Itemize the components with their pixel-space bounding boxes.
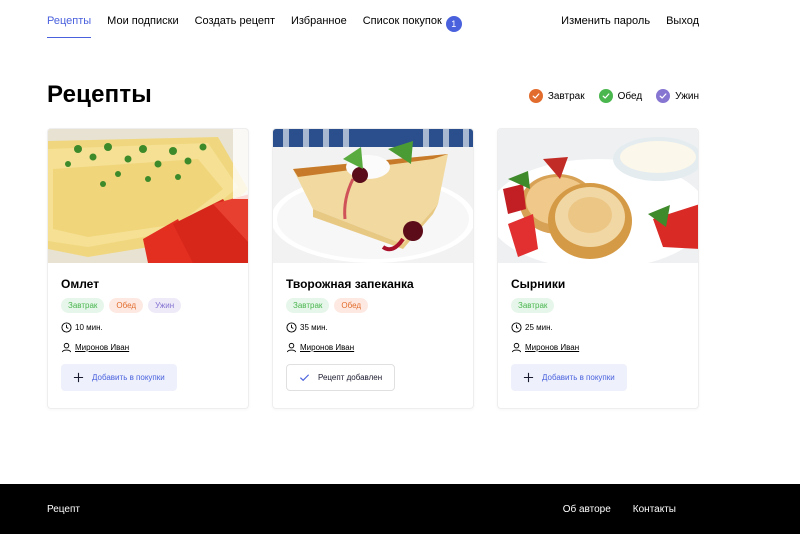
add-to-shopping-button[interactable]: Добавить в покупки xyxy=(511,364,627,391)
author-link[interactable]: Миронов Иван xyxy=(525,343,579,352)
button-label: Добавить в покупки xyxy=(92,373,165,382)
add-to-shopping-button[interactable]: Добавить в покупки xyxy=(61,364,177,391)
filter-lunch[interactable]: Обед xyxy=(598,89,643,103)
logout-link[interactable]: Выход xyxy=(666,15,699,27)
nav-item-favorites[interactable]: Избранное xyxy=(291,15,347,32)
clock-icon xyxy=(511,322,522,333)
change-password-link[interactable]: Изменить пароль xyxy=(561,15,650,27)
filter-dinner[interactable]: Ужин xyxy=(656,89,699,103)
cooking-time-value: 25 мин. xyxy=(525,323,553,332)
filter-breakfast[interactable]: Завтрак xyxy=(528,89,585,103)
meal-filters: Завтрак Обед Ужин xyxy=(528,89,699,103)
tag-breakfast: Завтрак xyxy=(61,298,105,313)
header: Рецепты Мои подписки Создать рецепт Избр… xyxy=(0,0,800,44)
account-nav: Изменить пароль Выход xyxy=(561,15,699,27)
tag-list: Завтрак xyxy=(511,298,685,314)
footer-link-about[interactable]: Об авторе xyxy=(563,504,611,515)
filter-label: Завтрак xyxy=(547,90,585,102)
cooking-time-value: 10 мин. xyxy=(75,323,103,332)
tag-breakfast: Завтрак xyxy=(286,298,330,313)
check-icon xyxy=(528,89,543,103)
button-label: Добавить в покупки xyxy=(542,373,615,382)
check-icon xyxy=(656,89,671,103)
filter-label: Ужин xyxy=(675,90,699,102)
author-link[interactable]: Миронов Иван xyxy=(300,343,354,352)
footer-link-contacts[interactable]: Контакты xyxy=(633,504,676,515)
recipe-title[interactable]: Омлет xyxy=(61,277,235,291)
cooking-time-value: 35 мин. xyxy=(300,323,328,332)
footer-brand[interactable]: Рецепт xyxy=(47,504,80,515)
nav-item-shopping-list[interactable]: Список покупок 1 xyxy=(363,15,462,32)
filter-label: Обед xyxy=(617,90,643,102)
recipe-added-button[interactable]: Рецепт добавлен xyxy=(286,364,396,391)
shopping-count-badge: 1 xyxy=(445,16,462,32)
user-icon xyxy=(61,342,72,353)
page-title: Рецепты xyxy=(47,81,153,108)
nav-item-create-recipe[interactable]: Создать рецепт xyxy=(195,15,275,32)
user-icon xyxy=(286,342,297,353)
button-label: Рецепт добавлен xyxy=(318,373,383,382)
plus-icon xyxy=(73,372,84,383)
recipe-image-omelet[interactable] xyxy=(48,129,248,263)
cooking-time: 35 мин. xyxy=(286,322,460,333)
check-icon xyxy=(598,89,613,103)
author: Миронов Иван xyxy=(61,342,235,353)
recipe-card: Творожная запеканка Завтрак Обед 35 мин.… xyxy=(272,128,474,409)
nav-item-subscriptions[interactable]: Мои подписки xyxy=(107,15,178,32)
cooking-time: 25 мин. xyxy=(511,322,685,333)
footer-links: Об авторе Контакты xyxy=(563,504,676,515)
check-icon xyxy=(299,374,310,382)
tag-lunch: Обед xyxy=(109,298,144,313)
recipe-card: Омлет Завтрак Обед Ужин 10 мин. Миронов … xyxy=(47,128,249,409)
main-nav: Рецепты Мои подписки Создать рецепт Избр… xyxy=(47,15,462,38)
nav-item-shopping-list-label: Список покупок xyxy=(362,15,442,27)
author: Миронов Иван xyxy=(511,342,685,353)
tag-lunch: Обед xyxy=(334,298,369,313)
recipe-title[interactable]: Творожная запеканка xyxy=(286,277,460,291)
tag-list: Завтрак Обед Ужин xyxy=(61,298,235,314)
clock-icon xyxy=(286,322,297,333)
recipe-card: Сырники Завтрак 25 мин. Миронов Иван Доб… xyxy=(497,128,699,409)
clock-icon xyxy=(61,322,72,333)
tag-list: Завтрак Обед xyxy=(286,298,460,314)
user-icon xyxy=(511,342,522,353)
recipe-image-syrniki[interactable] xyxy=(498,129,698,263)
recipe-title[interactable]: Сырники xyxy=(511,277,685,291)
author: Миронов Иван xyxy=(286,342,460,353)
tag-breakfast: Завтрак xyxy=(511,298,555,313)
nav-item-recipes[interactable]: Рецепты xyxy=(47,15,92,38)
cooking-time: 10 мин. xyxy=(61,322,235,333)
author-link[interactable]: Миронов Иван xyxy=(75,343,129,352)
plus-icon xyxy=(523,372,534,383)
tag-dinner: Ужин xyxy=(148,298,182,313)
recipe-list: Омлет Завтрак Обед Ужин 10 мин. Миронов … xyxy=(47,128,699,409)
footer: Рецепт Об авторе Контакты xyxy=(0,484,800,534)
recipe-image-casserole[interactable] xyxy=(273,129,473,263)
